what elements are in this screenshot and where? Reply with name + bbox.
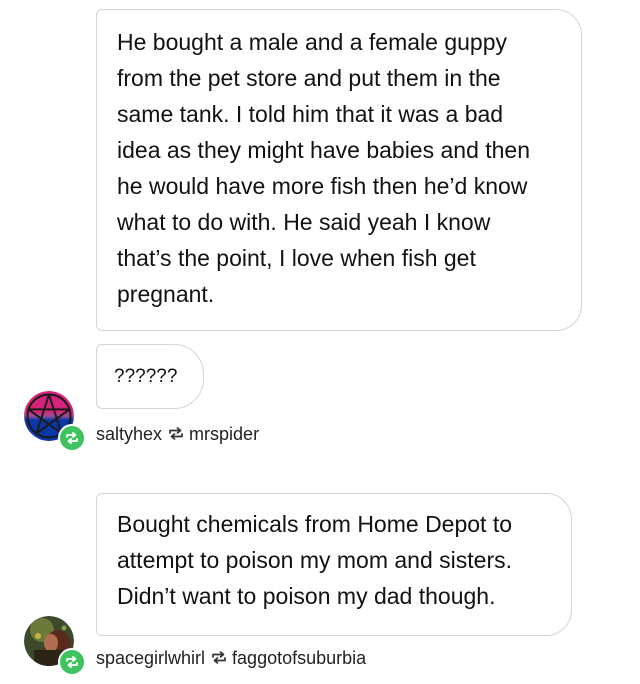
message-bubble: Bought chemicals from Home Depot to atte… <box>96 493 572 636</box>
reply-text: ?????? <box>114 366 178 387</box>
reblog-icon <box>211 647 227 669</box>
message-line: Didn’t want to poison my dad though. <box>117 583 496 609</box>
message-line: same tank. I told him that it was a bad <box>117 101 504 127</box>
reply-bubble: ?????? <box>96 344 204 409</box>
message-line: pregnant. <box>117 281 215 307</box>
message-bubble: He bought a male and a female guppy from… <box>96 9 582 331</box>
message-line: that’s the point, I love when fish get <box>117 245 476 271</box>
message-line: He bought a male and a female guppy <box>117 29 507 55</box>
message-line: from the pet store and put them in the <box>117 65 501 91</box>
source-username[interactable]: mrspider <box>189 423 259 445</box>
message-line: idea as they might have babies and then <box>117 137 531 163</box>
message-line: attempt to poison my mom and sisters. <box>117 547 512 573</box>
reblogger-username[interactable]: saltyhex <box>96 423 162 445</box>
reblog-attribution: saltyhex mrspider <box>96 423 259 445</box>
message-line: he would have more fish then he’d know <box>117 173 528 199</box>
reblog-badge-icon <box>58 648 86 676</box>
reblog-attribution: spacegirlwhirl faggotofsuburbia <box>96 647 366 669</box>
message-line: what to do with. He said yeah I know <box>117 209 491 235</box>
message-line: Bought chemicals from Home Depot to <box>117 511 513 537</box>
source-username[interactable]: faggotofsuburbia <box>232 647 366 669</box>
reblog-icon <box>168 423 184 445</box>
reblogger-username[interactable]: spacegirlwhirl <box>96 647 205 669</box>
reblog-badge-icon <box>58 424 86 452</box>
